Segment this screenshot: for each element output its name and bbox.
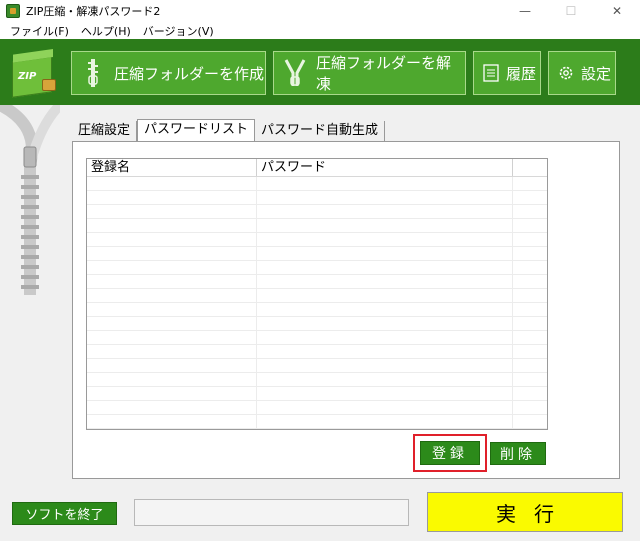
list-row [87, 219, 547, 233]
list-row [87, 331, 547, 345]
logo-text: ZIP [18, 71, 37, 82]
menu-bar: ファイル(F) ヘルプ(H) バージョン(V) [0, 22, 640, 39]
settings-button[interactable]: 設定 [548, 51, 616, 95]
list-body[interactable] [87, 177, 547, 429]
column-header-name[interactable]: 登録名 [87, 159, 257, 176]
minimize-button[interactable]: — [502, 0, 548, 22]
list-row [87, 373, 547, 387]
menu-version[interactable]: バージョン(V) [137, 23, 220, 39]
extract-archive-label: 圧縮フォルダーを解凍 [316, 54, 452, 93]
list-row [87, 401, 547, 415]
list-row [87, 247, 547, 261]
gear-icon [557, 64, 575, 82]
delete-button[interactable]: 削除 [490, 442, 546, 465]
list-row [87, 261, 547, 275]
history-label: 履歴 [506, 64, 537, 83]
zip-logo-icon: ZIP [10, 53, 60, 99]
execute-button[interactable]: 実行 [427, 492, 623, 532]
open-zipper-icon [284, 59, 306, 87]
settings-label: 設定 [581, 64, 612, 83]
title-bar: ZIP圧縮・解凍パスワード2 — ☐ ✕ [0, 0, 640, 22]
zipper-icon [82, 59, 104, 87]
app-icon [6, 4, 20, 18]
zipper-decoration-icon [0, 105, 60, 295]
list-row [87, 191, 547, 205]
list-row [87, 289, 547, 303]
list-row [87, 205, 547, 219]
list-icon [482, 64, 500, 82]
list-row [87, 275, 547, 289]
lock-icon [42, 79, 56, 91]
password-list[interactable]: 登録名 パスワード [86, 158, 548, 430]
create-archive-button[interactable]: 圧縮フォルダーを作成 [71, 51, 266, 95]
list-row [87, 387, 547, 401]
list-row [87, 303, 547, 317]
close-button[interactable]: ✕ [594, 0, 640, 22]
tab-password-generator[interactable]: パスワード自動生成 [255, 121, 386, 141]
column-header-password[interactable]: パスワード [257, 159, 513, 176]
list-row [87, 345, 547, 359]
list-row [87, 233, 547, 247]
list-header: 登録名 パスワード [87, 159, 547, 177]
maximize-button[interactable]: ☐ [548, 0, 594, 22]
tab-password-list[interactable]: パスワードリスト [137, 119, 256, 141]
window-title: ZIP圧縮・解凍パスワード2 [26, 5, 161, 18]
tab-compression-settings[interactable]: 圧縮設定 [72, 121, 138, 141]
list-row [87, 317, 547, 331]
window-controls: — ☐ ✕ [502, 0, 640, 22]
column-header-empty[interactable] [513, 159, 547, 176]
menu-file[interactable]: ファイル(F) [4, 23, 75, 39]
status-field [134, 499, 409, 526]
menu-help[interactable]: ヘルプ(H) [75, 23, 137, 39]
toolbar: ZIP 圧縮フォルダーを作成 圧縮フォルダーを解凍 履歴 設定 [0, 39, 640, 105]
history-button[interactable]: 履歴 [473, 51, 541, 95]
list-row [87, 415, 547, 429]
create-archive-label: 圧縮フォルダーを作成 [114, 64, 265, 83]
quit-button[interactable]: ソフトを終了 [12, 502, 117, 525]
list-row [87, 359, 547, 373]
extract-archive-button[interactable]: 圧縮フォルダーを解凍 [273, 51, 466, 95]
tab-strip: 圧縮設定 パスワードリスト パスワード自動生成 [72, 119, 386, 141]
register-button[interactable]: 登録 [420, 441, 480, 465]
list-row [87, 177, 547, 191]
